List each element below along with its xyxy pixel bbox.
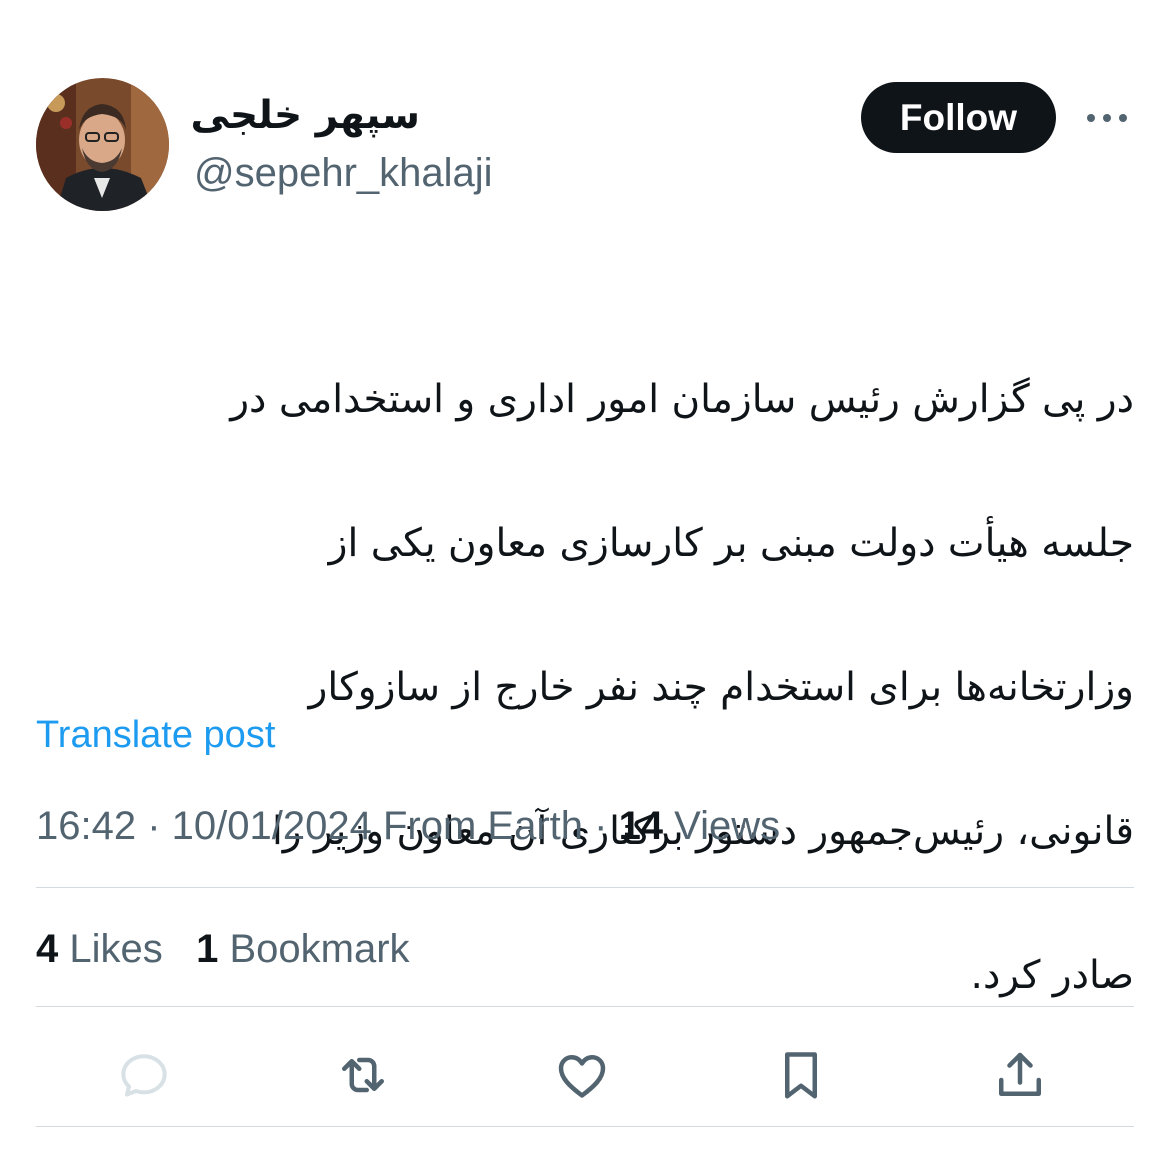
bookmarks-count: 1 xyxy=(196,927,219,971)
avatar-photo xyxy=(36,78,169,211)
likes-stat[interactable]: 4 Likes xyxy=(36,927,163,971)
post-stats: 4 Likes 1 Bookmark xyxy=(36,922,410,976)
bookmark-icon xyxy=(785,1052,817,1099)
divider xyxy=(36,1006,1134,1007)
bookmarks-label: Bookmark xyxy=(218,927,410,971)
repost-button[interactable] xyxy=(328,1040,398,1110)
post-text-line: جلسه هیأت دولت مبنی بر کارسازی معاون یکی… xyxy=(328,521,1134,566)
views-count: 14 xyxy=(618,804,664,848)
repost-icon xyxy=(342,1057,384,1093)
reply-icon xyxy=(121,1054,167,1097)
follow-button[interactable]: Follow xyxy=(861,82,1056,153)
avatar[interactable] xyxy=(36,78,169,211)
share-button[interactable] xyxy=(985,1040,1055,1110)
views-label: Views xyxy=(663,804,781,848)
meta-separator: · xyxy=(136,804,172,848)
divider xyxy=(36,887,1134,888)
divider xyxy=(36,1126,1134,1127)
heart-icon xyxy=(558,1055,606,1098)
share-icon xyxy=(999,1052,1041,1096)
bookmark-button[interactable] xyxy=(766,1040,836,1110)
more-horizontal-icon xyxy=(1087,114,1127,122)
author-handle[interactable]: @sepehr_khalaji xyxy=(194,148,493,198)
like-button[interactable] xyxy=(547,1040,617,1110)
author-display-name[interactable]: سپهر خلجی xyxy=(190,86,420,146)
more-options-button[interactable] xyxy=(1082,100,1132,136)
likes-count: 4 xyxy=(36,927,59,971)
post-time[interactable]: 16:42 xyxy=(36,804,136,848)
post-date[interactable]: 10/01/2024 xyxy=(172,804,372,848)
likes-label: Likes xyxy=(58,927,163,971)
post-text-line: در پی گزارش رئیس سازمان امور اداری و است… xyxy=(230,377,1134,422)
post-location: From Earth xyxy=(371,804,584,848)
reply-button[interactable] xyxy=(109,1040,179,1110)
bookmarks-stat[interactable]: 1 Bookmark xyxy=(196,927,409,971)
meta-separator: · xyxy=(583,804,619,848)
post-meta: 16:42 · 10/01/2024 From Earth · 14 Views xyxy=(36,800,780,852)
translate-post-link[interactable]: Translate post xyxy=(36,710,275,760)
